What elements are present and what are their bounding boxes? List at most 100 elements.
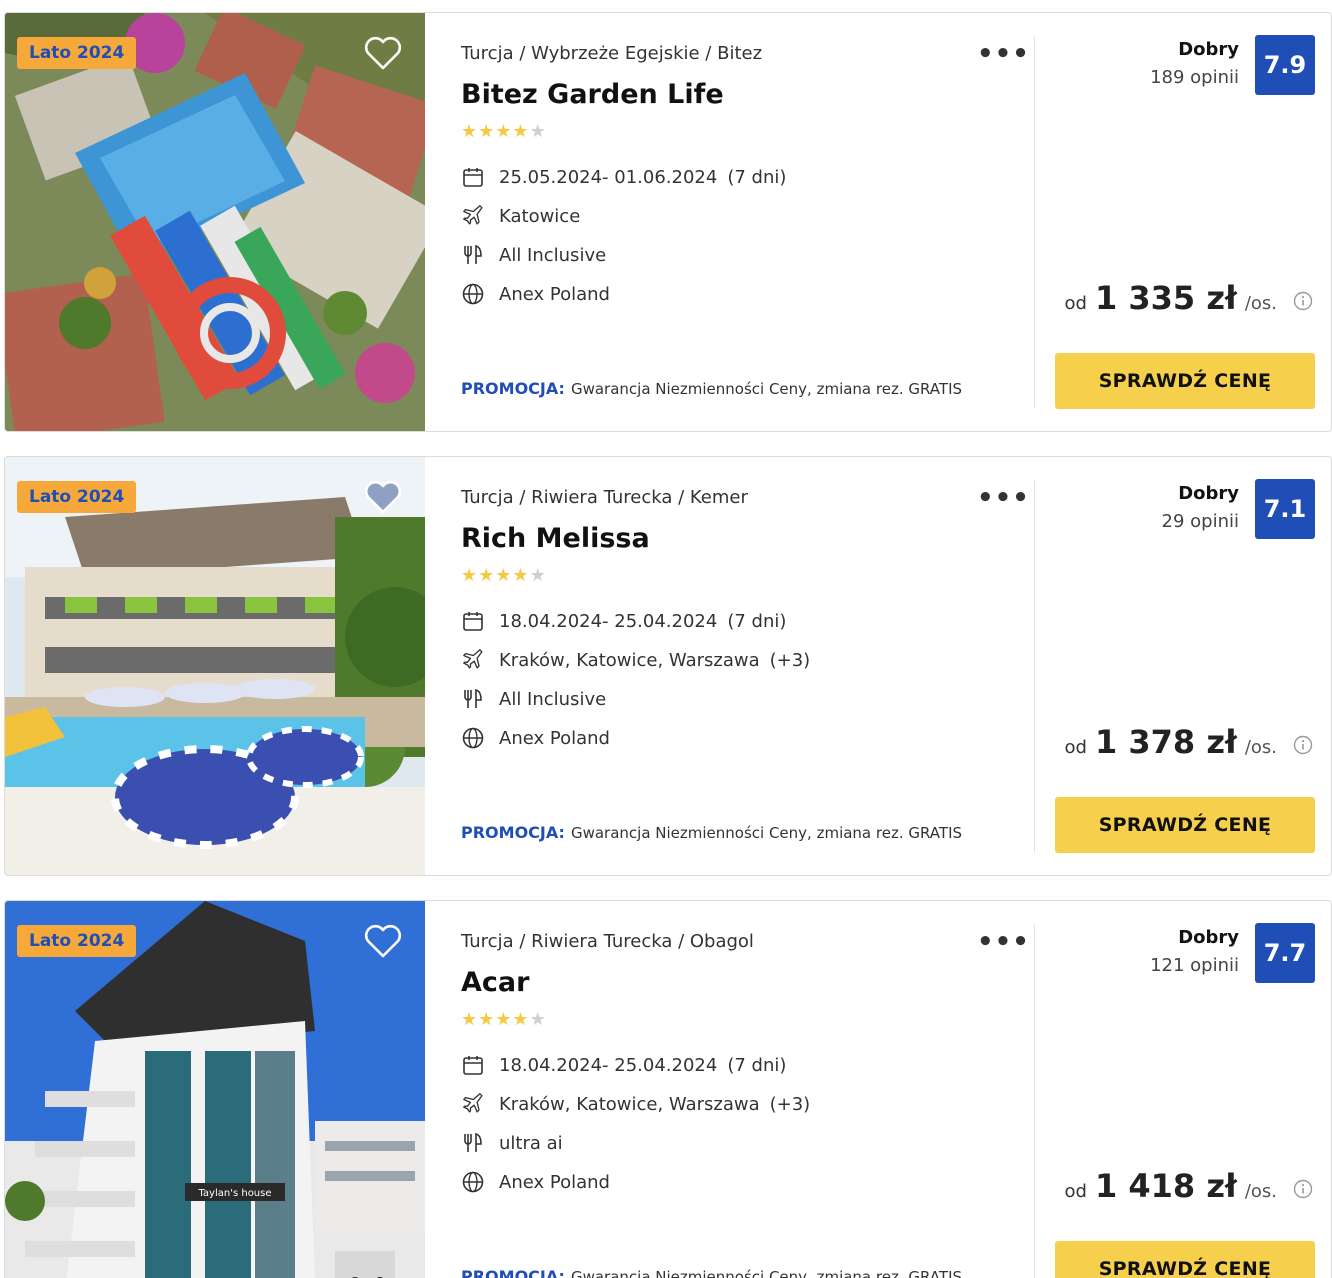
star-icon: ★ [461, 565, 479, 586]
promo-line: PROMOCJA: Gwarancja Niezmienności Ceny, z… [461, 379, 962, 398]
info-icon[interactable] [1293, 735, 1313, 755]
duration-text: (7 dni) [727, 166, 787, 188]
star-icon: ★ [461, 1009, 479, 1030]
price-amount: 1 378 zł [1094, 723, 1237, 761]
divider [1034, 481, 1035, 853]
check-price-button[interactable]: SPRAWDŹ CENĘ [1055, 353, 1315, 409]
more-options-icon[interactable]: ••• [977, 41, 1030, 67]
location-breadcrumb[interactable]: Turcja / Riwiera Turecka / Kemer [461, 487, 748, 508]
photo-sign: Taylan's house [197, 1188, 271, 1199]
departure-text: Kraków, Katowice, Warszawa [499, 1093, 760, 1115]
offer-info: Turcja / Wybrzeże Egejskie / Bitez ••• B… [461, 13, 1029, 431]
promo-label: PROMOCJA: [461, 379, 565, 398]
rating-word: Dobry [1178, 39, 1239, 60]
rating-score-badge: 7.7 [1255, 923, 1315, 983]
hotel-photo[interactable]: Lato 2024 [5, 457, 425, 875]
hotel-name[interactable]: Acar [461, 967, 529, 998]
detail-board: All Inclusive [461, 686, 606, 712]
divider [1034, 37, 1035, 409]
plane-icon [463, 205, 483, 225]
check-price-button[interactable]: SPRAWDŹ CENĘ [1055, 1241, 1315, 1278]
globe-icon [462, 727, 484, 749]
star-empty-icon: ★ [529, 1009, 547, 1030]
info-icon[interactable] [1293, 291, 1313, 311]
hotel-name[interactable]: Bitez Garden Life [461, 79, 724, 110]
star-icon: ★ [512, 565, 530, 586]
info-icon[interactable] [1293, 1179, 1313, 1199]
season-badge: Lato 2024 [17, 37, 137, 69]
rating-count[interactable]: 29 opinii [1162, 511, 1239, 532]
operator-text: Anex Poland [499, 283, 610, 305]
location-breadcrumb[interactable]: Turcja / Riwiera Turecka / Obagol [461, 931, 754, 952]
price-suffix: /os. [1244, 293, 1277, 314]
globe-icon [462, 1171, 484, 1193]
star-empty-icon: ★ [529, 565, 547, 586]
detail-dates: 25.05.2024- 01.06.2024 (7 dni) [461, 164, 786, 190]
more-options-icon[interactable]: ••• [977, 929, 1030, 955]
duration-text: (7 dni) [727, 610, 787, 632]
detail-departure: Katowice [461, 203, 580, 229]
price-suffix: /os. [1244, 1181, 1277, 1202]
heart-outline-icon[interactable] [363, 35, 403, 71]
detail-operator: Anex Poland [461, 281, 610, 307]
detail-departure: Kraków, Katowice, Warszawa (+3) [461, 1091, 810, 1117]
price-block: od 1 418 zł /os. [1065, 1167, 1313, 1205]
hotel-photo[interactable]: Lato 2024 [5, 13, 425, 431]
hotel-photo[interactable]: Taylan's house Lato 2024 [5, 901, 425, 1278]
board-text: All Inclusive [499, 688, 607, 710]
detail-board: All Inclusive [461, 242, 606, 268]
star-icon: ★ [478, 565, 496, 586]
rating-count[interactable]: 121 opinii [1150, 955, 1239, 976]
price-prefix: od [1064, 1181, 1087, 1202]
star-icon: ★ [478, 1009, 496, 1030]
star-icon: ★ [512, 1009, 530, 1030]
duration-text: (7 dni) [727, 1054, 787, 1076]
rating-count[interactable]: 189 opinii [1150, 67, 1239, 88]
price-suffix: /os. [1244, 737, 1277, 758]
offer-card[interactable]: Taylan's house Lato 2024 Turcja / Riwier… [4, 900, 1332, 1278]
detail-dates: 18.04.2024- 25.04.2024 (7 dni) [461, 1052, 786, 1078]
heart-filled-icon[interactable] [363, 479, 403, 515]
dates-text: 18.04.2024- 25.04.2024 [499, 610, 718, 632]
board-text: All Inclusive [499, 244, 607, 266]
departure-extra[interactable]: (+3) [770, 1094, 811, 1115]
promo-line: PROMOCJA: Gwarancja Niezmienności Ceny, z… [461, 1267, 962, 1278]
price-amount: 1 335 zł [1094, 279, 1237, 317]
detail-operator: Anex Poland [461, 1169, 610, 1195]
hotel-stars: ★★★★★ [461, 565, 547, 586]
dates-text: 18.04.2024- 25.04.2024 [499, 1054, 718, 1076]
heart-outline-icon[interactable] [363, 923, 403, 959]
divider [1034, 925, 1035, 1278]
board-text: ultra ai [499, 1132, 563, 1154]
detail-departure: Kraków, Katowice, Warszawa (+3) [461, 647, 810, 673]
calendar-icon [463, 612, 483, 631]
star-icon: ★ [495, 565, 513, 586]
calendar-icon [463, 1056, 483, 1075]
price-prefix: od [1064, 737, 1087, 758]
operator-text: Anex Poland [499, 1171, 610, 1193]
hotel-name[interactable]: Rich Melissa [461, 523, 650, 554]
cutlery-icon [464, 244, 482, 264]
hotel-stars: ★★★★★ [461, 121, 547, 142]
departure-extra[interactable]: (+3) [770, 650, 811, 671]
rating-score-badge: 7.1 [1255, 479, 1315, 539]
offer-card[interactable]: Lato 2024 Turcja / Wybrzeże Egejskie / B… [4, 12, 1332, 432]
rating-word: Dobry [1178, 927, 1239, 948]
location-breadcrumb[interactable]: Turcja / Wybrzeże Egejskie / Bitez [461, 43, 762, 64]
check-price-button[interactable]: SPRAWDŹ CENĘ [1055, 797, 1315, 853]
star-icon: ★ [478, 121, 496, 142]
cutlery-icon [464, 1132, 482, 1152]
more-options-icon[interactable]: ••• [977, 485, 1030, 511]
detail-dates: 18.04.2024- 25.04.2024 (7 dni) [461, 608, 786, 634]
season-badge: Lato 2024 [17, 481, 137, 513]
rating-word: Dobry [1178, 483, 1239, 504]
offer-info: Turcja / Riwiera Turecka / Obagol ••• Ac… [461, 901, 1029, 1278]
price-block: od 1 335 zł /os. [1065, 279, 1313, 317]
promo-text: Gwarancja Niezmienności Ceny, zmiana rez… [570, 1268, 963, 1278]
calendar-icon [463, 168, 483, 187]
price-block: od 1 378 zł /os. [1065, 723, 1313, 761]
offer-card[interactable]: Lato 2024 Turcja / Riwiera Turecka / Kem… [4, 456, 1332, 876]
star-icon: ★ [461, 121, 479, 142]
globe-icon [462, 283, 484, 305]
promo-label: PROMOCJA: [461, 1267, 565, 1278]
